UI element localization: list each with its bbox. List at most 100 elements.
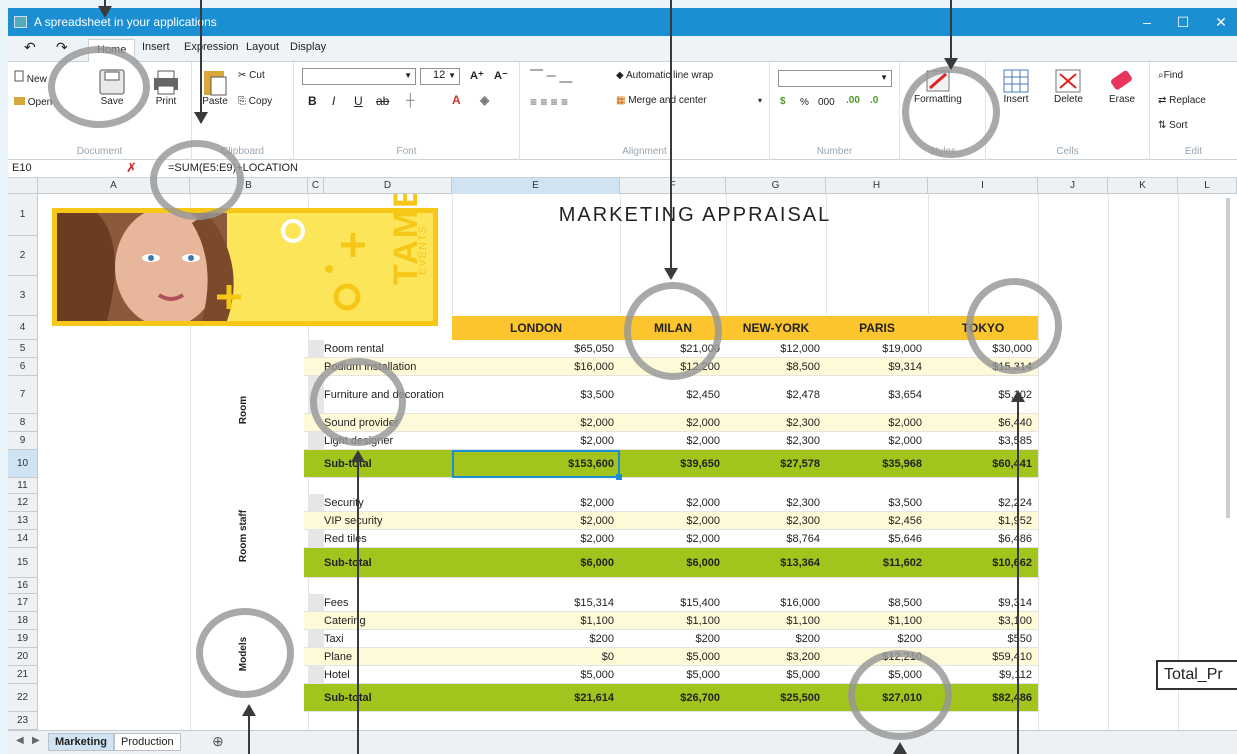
value-cell[interactable]: $21,614 <box>452 684 620 711</box>
bold-button[interactable]: B <box>308 94 317 108</box>
increase-decimal-icon[interactable]: .00 <box>846 95 860 106</box>
row-header[interactable]: 5 <box>8 340 38 358</box>
value-cell[interactable]: $1,100 <box>620 612 726 629</box>
strikethrough-button[interactable]: ab <box>376 94 389 108</box>
value-cell[interactable]: $2,450 <box>620 376 726 413</box>
wrap-text-button[interactable]: ◆ Automatic line wrap <box>616 70 713 81</box>
value-cell[interactable]: $1,100 <box>452 612 620 629</box>
column-header[interactable]: K <box>1108 178 1178 194</box>
row-label[interactable]: Taxi <box>324 630 452 647</box>
value-cell[interactable]: $65,050 <box>452 340 620 357</box>
redo-icon[interactable]: ↷ <box>56 39 68 56</box>
row-label[interactable]: Hotel <box>324 666 452 683</box>
align-left-icon[interactable]: ≡ ≡ ≡ ≡ <box>530 95 568 109</box>
row-header[interactable]: 6 <box>8 358 38 376</box>
value-cell[interactable]: $6,000 <box>620 548 726 577</box>
row-header[interactable]: 13 <box>8 512 38 530</box>
value-cell[interactable]: $27,578 <box>726 450 826 477</box>
value-cell[interactable]: $2,300 <box>726 494 826 511</box>
row-label[interactable]: Sub-total <box>324 450 452 477</box>
value-cell[interactable]: $5,646 <box>826 530 928 547</box>
next-sheet-icon[interactable]: ▶ <box>32 735 40 746</box>
close-button[interactable]: ✕ <box>1206 12 1236 32</box>
value-cell[interactable]: $2,000 <box>620 414 726 431</box>
erase-button[interactable]: Erase <box>1108 68 1136 105</box>
value-cell[interactable]: $2,000 <box>452 494 620 511</box>
column-header[interactable]: I <box>928 178 1038 194</box>
row-header[interactable]: 18 <box>8 612 38 630</box>
value-cell[interactable]: $2,300 <box>726 414 826 431</box>
row-header[interactable]: 22 <box>8 684 38 712</box>
sort-button[interactable]: ⇅ Sort <box>1158 120 1188 131</box>
paste-button[interactable]: Paste <box>202 68 228 107</box>
row-header[interactable]: 11 <box>8 478 38 494</box>
value-cell[interactable]: $6,000 <box>452 548 620 577</box>
row-header[interactable]: 10 <box>8 450 38 478</box>
value-cell[interactable]: $5,000 <box>620 666 726 683</box>
value-cell[interactable]: $1,100 <box>826 612 928 629</box>
spreadsheet-grid[interactable]: 1 2 3 4 5 6 7 8 9 10 11 12 13 14 15 16 1… <box>8 194 1237 730</box>
value-cell[interactable]: $39,650 <box>620 450 726 477</box>
value-cell[interactable]: $59,410 <box>928 648 1038 665</box>
row-header[interactable]: 7 <box>8 376 38 414</box>
value-cell[interactable]: $2,000 <box>620 432 726 449</box>
row-header[interactable]: 15 <box>8 548 38 578</box>
row-label[interactable]: Fees <box>324 594 452 611</box>
cancel-formula-icon[interactable]: ✗ <box>126 160 137 176</box>
value-cell[interactable]: $0 <box>452 648 620 665</box>
row-header[interactable]: 19 <box>8 630 38 648</box>
value-cell[interactable]: $2,456 <box>826 512 928 529</box>
value-cell[interactable]: $25,500 <box>726 684 826 711</box>
value-cell[interactable]: $2,000 <box>452 512 620 529</box>
maximize-button[interactable]: ☐ <box>1168 12 1198 32</box>
value-cell[interactable]: $3,654 <box>826 376 928 413</box>
value-cell[interactable]: $12,000 <box>726 340 826 357</box>
tab-expression[interactable]: Expression <box>184 41 238 53</box>
row-label[interactable]: Sub-total <box>324 548 452 577</box>
number-format-select[interactable]: ▼ <box>778 70 892 87</box>
value-cell[interactable]: $2,000 <box>452 414 620 431</box>
value-cell[interactable]: $3,200 <box>726 648 826 665</box>
column-header[interactable]: J <box>1038 178 1108 194</box>
value-cell[interactable]: $200 <box>726 630 826 647</box>
align-top-icon[interactable]: ⎺ ─ ⎽ <box>530 68 572 84</box>
value-cell[interactable]: $16,000 <box>726 594 826 611</box>
value-cell[interactable]: $8,500 <box>726 358 826 375</box>
borders-icon[interactable]: ┼ <box>406 93 415 107</box>
cell-reference[interactable]: E10 <box>12 162 32 174</box>
thousands-button[interactable]: 000 <box>818 97 835 108</box>
chevron-down-icon[interactable]: ▾ <box>758 96 762 105</box>
value-cell[interactable]: $15,314 <box>452 594 620 611</box>
value-cell[interactable]: $26,700 <box>620 684 726 711</box>
font-size-select[interactable]: 12 ▼ <box>420 68 460 85</box>
value-cell[interactable]: $5,000 <box>620 648 726 665</box>
value-cell[interactable]: $2,478 <box>726 376 826 413</box>
value-cell[interactable]: $6,486 <box>928 530 1038 547</box>
tab-display[interactable]: Display <box>290 41 326 53</box>
sheet-tab-production[interactable]: Production <box>114 733 181 751</box>
row-label[interactable]: Room rental <box>324 340 452 357</box>
row-label[interactable]: Sub-total <box>324 684 452 711</box>
find-button[interactable]: ⌕Find <box>1158 70 1183 81</box>
value-cell[interactable]: $2,000 <box>620 530 726 547</box>
replace-button[interactable]: ⇄ Replace <box>1158 95 1206 106</box>
tab-layout[interactable]: Layout <box>246 41 279 53</box>
value-cell[interactable]: $3,500 <box>826 494 928 511</box>
row-label[interactable]: Catering <box>324 612 452 629</box>
value-cell[interactable]: $550 <box>928 630 1038 647</box>
value-cell[interactable]: $5,000 <box>726 666 826 683</box>
row-label[interactable]: Plane <box>324 648 452 665</box>
row-header[interactable]: 1 <box>8 194 38 236</box>
value-cell[interactable]: $200 <box>826 630 928 647</box>
row-header[interactable]: 21 <box>8 666 38 684</box>
merge-center-button[interactable]: ▦ Merge and center <box>616 95 707 106</box>
value-cell[interactable]: $2,224 <box>928 494 1038 511</box>
value-cell[interactable]: $1,100 <box>726 612 826 629</box>
value-cell[interactable]: $9,314 <box>928 594 1038 611</box>
add-sheet-icon[interactable]: ⊕ <box>212 733 224 750</box>
value-cell[interactable]: $6,440 <box>928 414 1038 431</box>
column-header[interactable]: L <box>1178 178 1237 194</box>
row-header[interactable]: 2 <box>8 236 38 276</box>
undo-icon[interactable]: ↶ <box>24 39 36 56</box>
row-header[interactable]: 14 <box>8 530 38 548</box>
